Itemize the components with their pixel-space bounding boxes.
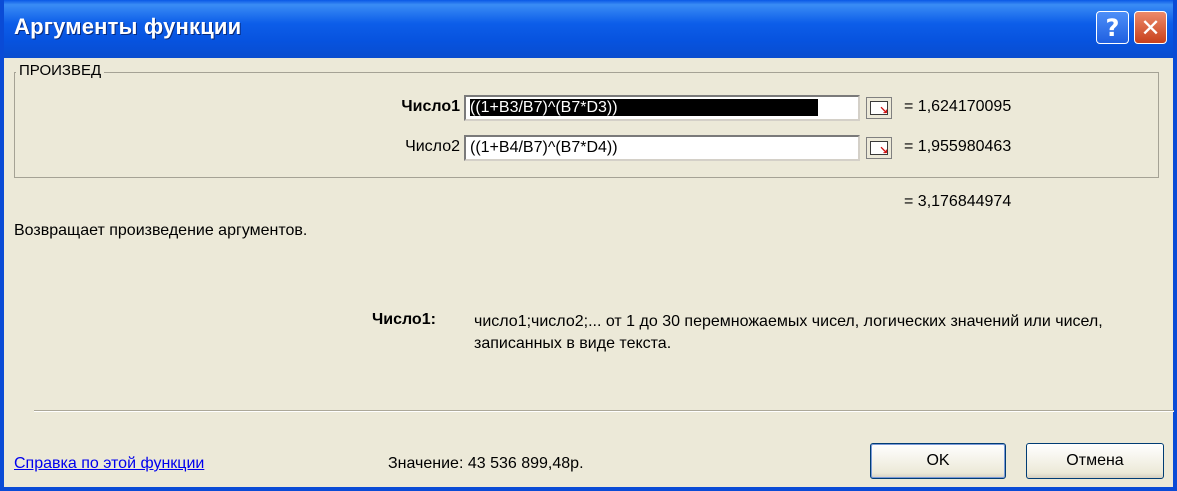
close-button[interactable]: ✕ <box>1134 11 1167 44</box>
arrow-icon: ↘ <box>879 105 889 117</box>
function-name: ПРОИЗВЕД <box>16 62 105 79</box>
arg1-value: = 1,624170095 <box>904 98 1012 115</box>
arg2-formula: ((1+B4/B7)^(B7*D4)) <box>470 139 618 156</box>
formula-value: Значение: 43 536 899,48р. <box>388 455 584 472</box>
ok-button[interactable]: OK <box>870 443 1006 479</box>
arg1-formula: ((1+B3/B7)^(B7*D3)) <box>470 99 818 116</box>
arg1-input[interactable]: ((1+B3/B7)^(B7*D3)) <box>464 95 860 121</box>
divider <box>34 410 1174 412</box>
arg2-value: = 1,955980463 <box>904 138 1012 155</box>
function-description: Возвращает произведение аргументов. <box>14 222 308 239</box>
function-result: = 3,176844974 <box>904 193 1012 210</box>
hint-arg-label: Число1: <box>372 311 436 328</box>
arg2-label: Число2 <box>405 138 460 155</box>
arg1-collapse-button[interactable]: ↘ <box>866 97 892 119</box>
function-arguments-dialog: Аргументы функции ? ✕ ПРОИЗВЕД Число1 ((… <box>0 0 1177 491</box>
arguments-group <box>14 72 1159 178</box>
cancel-button[interactable]: Отмена <box>1026 443 1164 479</box>
window-title: Аргументы функции <box>14 14 242 39</box>
question-icon: ? <box>1105 13 1120 42</box>
hint-text: число1;число2;... от 1 до 30 перемножаем… <box>474 313 1103 352</box>
title-bar[interactable]: Аргументы функции ? ✕ <box>4 0 1173 58</box>
arrow-icon: ↘ <box>879 145 889 157</box>
arg2-collapse-button[interactable]: ↘ <box>866 137 892 159</box>
arg1-label: Число1 <box>401 98 460 115</box>
arg2-input[interactable]: ((1+B4/B7)^(B7*D4)) <box>464 135 860 161</box>
help-button[interactable]: ? <box>1096 11 1129 44</box>
help-link[interactable]: Справка по этой функции <box>14 455 204 473</box>
close-icon: ✕ <box>1140 13 1161 42</box>
